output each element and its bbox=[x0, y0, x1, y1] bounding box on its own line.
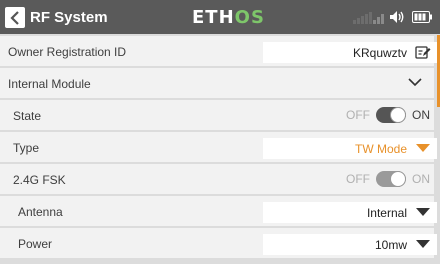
signal-icon bbox=[353, 11, 384, 24]
owner-id-label: Owner Registration ID bbox=[8, 45, 127, 59]
state-toggle[interactable]: OFF ON bbox=[346, 107, 430, 123]
antenna-dropdown[interactable]: Internal bbox=[263, 202, 437, 223]
edit-icon[interactable] bbox=[415, 45, 431, 60]
power-dropdown[interactable]: 10mw bbox=[263, 234, 437, 255]
back-button[interactable] bbox=[5, 7, 25, 28]
back-icon bbox=[10, 10, 19, 25]
fsk-toggle: OFF ON bbox=[346, 171, 430, 187]
battery-icon bbox=[412, 11, 432, 23]
fsk-label: 2.4G FSK bbox=[13, 173, 66, 187]
state-label: State bbox=[13, 109, 42, 123]
dropdown-arrow-icon bbox=[415, 237, 431, 252]
type-value: TW Mode bbox=[354, 142, 407, 156]
chevron-down-icon[interactable] bbox=[408, 78, 422, 87]
title-bar: RF System ETH OS bbox=[0, 0, 440, 34]
power-value: 10mw bbox=[374, 238, 407, 252]
state-row: State OFF ON bbox=[0, 100, 434, 130]
fsk-switch bbox=[376, 171, 406, 187]
settings-list: Owner Registration ID KRquwztv Internal … bbox=[0, 35, 440, 264]
fsk-row: 2.4G FSK OFF ON bbox=[0, 164, 434, 194]
volume-icon bbox=[390, 11, 404, 23]
internal-module-label: Internal Module bbox=[8, 77, 91, 91]
antenna-value: Internal bbox=[366, 206, 407, 220]
state-off-label: OFF bbox=[346, 108, 370, 122]
dropdown-arrow-icon bbox=[415, 141, 431, 156]
state-on-label: ON bbox=[412, 108, 430, 122]
antenna-label: Antenna bbox=[18, 205, 63, 219]
dropdown-arrow-icon bbox=[415, 205, 431, 220]
fsk-off-label: OFF bbox=[346, 172, 370, 186]
internal-module-row[interactable]: Internal Module bbox=[0, 68, 434, 98]
state-switch[interactable] bbox=[376, 107, 406, 123]
fsk-on-label: ON bbox=[412, 172, 430, 186]
switch-knob bbox=[390, 171, 406, 187]
owner-id-row: Owner Registration ID KRquwztv bbox=[0, 36, 437, 66]
owner-id-field[interactable]: KRquwztv bbox=[263, 42, 437, 63]
type-dropdown[interactable]: TW Mode bbox=[263, 138, 437, 159]
switch-knob bbox=[390, 107, 406, 123]
power-label: Power bbox=[18, 237, 53, 251]
type-label: Type bbox=[13, 141, 40, 155]
owner-id-value: KRquwztv bbox=[352, 46, 407, 60]
power-row: Power 10mw bbox=[0, 228, 437, 258]
ethos-logo: ETH OS bbox=[192, 6, 265, 28]
status-area bbox=[353, 10, 432, 24]
page-title: RF System bbox=[30, 9, 108, 26]
type-row: Type TW Mode bbox=[0, 132, 437, 162]
antenna-row: Antenna Internal bbox=[0, 196, 437, 226]
